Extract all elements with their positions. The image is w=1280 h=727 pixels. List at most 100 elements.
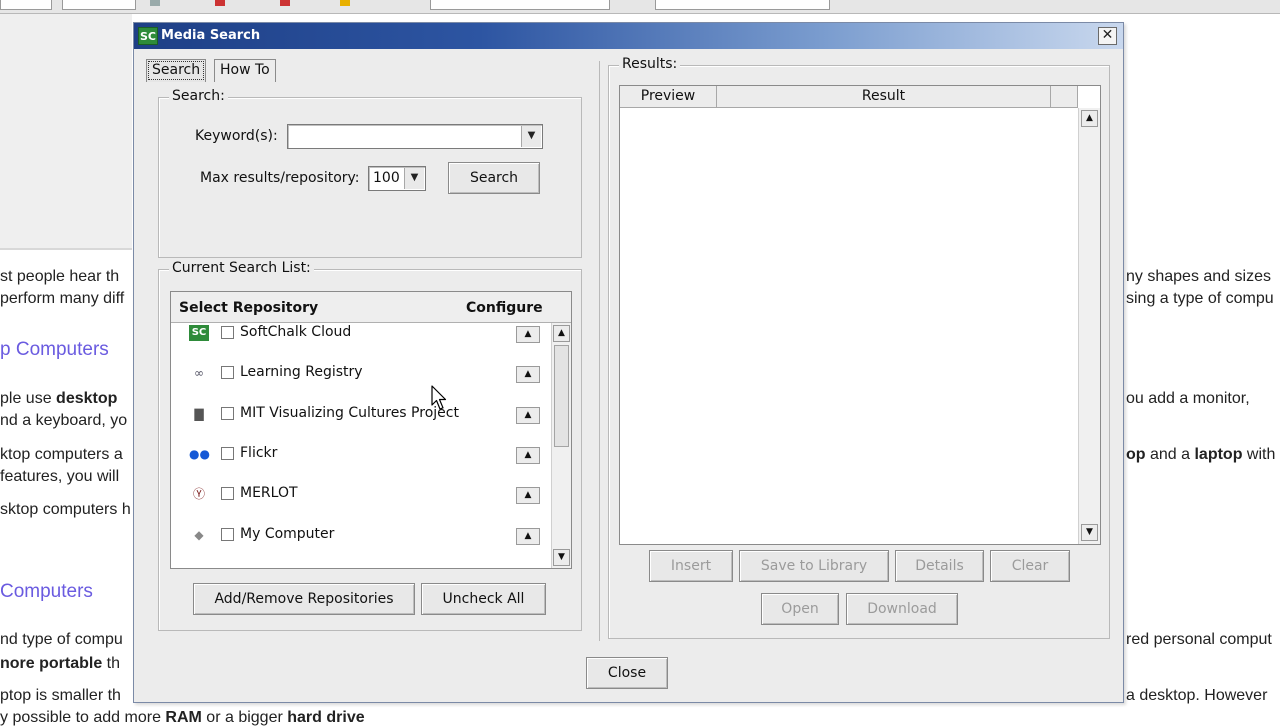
scroll-down-icon[interactable]: ▼ [1081, 524, 1098, 541]
tab-how-to[interactable]: How To [214, 59, 276, 82]
keyword-input[interactable] [292, 127, 512, 143]
scroll-up-icon[interactable]: ▲ [1081, 110, 1098, 127]
repository-list-header: Select Repository Configure [171, 292, 571, 323]
repository-name: Learning Registry [240, 364, 363, 381]
search-button[interactable]: Search [448, 162, 540, 194]
repository-checkbox[interactable] [221, 527, 234, 541]
configure-caret-icon[interactable]: ▲ [516, 446, 540, 464]
configure-caret-icon[interactable]: ▲ [516, 366, 540, 384]
doc-heading: Computers [0, 581, 93, 602]
save-to-library-button[interactable]: Save to Library [739, 550, 889, 582]
configure-caret-icon[interactable]: ▲ [516, 527, 540, 545]
details-button[interactable]: Details [895, 550, 984, 582]
host-divider [0, 248, 132, 250]
uncheck-all-button[interactable]: Uncheck All [421, 583, 546, 615]
repository-name: MIT Visualizing Cultures Project [240, 404, 459, 421]
repository-scrollbar[interactable]: ▲ ▼ [551, 323, 571, 568]
doc-text-line: ny shapes and sizes [1126, 268, 1271, 285]
doc-text-line: perform many diff [0, 290, 125, 307]
softchalk-logo-icon: SC [138, 27, 158, 45]
repository-checkbox[interactable] [221, 366, 234, 380]
flickr-icon: ●● [189, 446, 210, 461]
max-results-select[interactable]: 100 ▼ [368, 166, 426, 191]
repository-row[interactable]: SC SoftChalk Cloud ▲ [171, 324, 551, 365]
doc-text-line: nore portable th [0, 655, 121, 672]
host-toolbar-icon[interactable] [280, 0, 290, 6]
search-list-legend: Current Search List: [169, 260, 314, 276]
repository-row[interactable]: ●● Flickr ▲ [171, 445, 551, 486]
chevron-down-icon[interactable]: ▼ [521, 126, 541, 147]
panel-divider [599, 61, 600, 641]
repository-list: Select Repository Configure SC SoftChalk … [170, 291, 572, 569]
repository-checkbox[interactable] [221, 487, 234, 501]
doc-text-line: ou add a monitor, [1126, 390, 1250, 407]
column-configure: Configure [466, 300, 543, 316]
host-toolbar-icon[interactable] [215, 0, 225, 6]
max-results-label: Max results/repository: [200, 170, 360, 186]
doc-text-line: st people hear th [0, 268, 120, 285]
doc-text-line: a desktop. However [1126, 687, 1268, 704]
close-icon[interactable]: ✕ [1098, 27, 1117, 45]
insert-button[interactable]: Insert [649, 550, 733, 582]
host-toolbar-field[interactable] [655, 0, 830, 10]
max-results-value: 100 [373, 170, 400, 186]
clear-button[interactable]: Clear [990, 550, 1070, 582]
host-toolbar [0, 0, 1280, 14]
column-result[interactable]: Result [717, 86, 1051, 108]
mouse-cursor-icon [431, 385, 447, 410]
dialog-title: Media Search [161, 28, 261, 43]
results-scrollbar[interactable]: ▲ ▼ [1078, 108, 1100, 544]
doc-text-line: red personal comput [1126, 631, 1272, 648]
chevron-down-icon[interactable]: ▼ [404, 168, 424, 189]
repository-rows: SC SoftChalk Cloud ▲ ∞ Learning Registry ▲ ▇ MI… [171, 323, 551, 568]
dialog-titlebar[interactable]: SC Media Search ✕ [134, 23, 1123, 49]
doc-text-line: sing a type of compu [1126, 290, 1274, 307]
repository-checkbox[interactable] [221, 446, 234, 460]
learning-registry-icon: ∞ [194, 366, 204, 381]
doc-text-line: nd type of compu [0, 631, 123, 648]
repository-row[interactable]: ∞ Learning Registry ▲ [171, 364, 551, 405]
results-table: Preview Result ▲ ▼ [619, 85, 1101, 545]
download-button[interactable]: Download [846, 593, 958, 625]
repository-row[interactable]: ◆ My Computer ▲ [171, 525, 551, 567]
repository-row[interactable]: ▇ MIT Visualizing Cultures Project ▲ [171, 404, 551, 446]
doc-text-line: ktop computers a [0, 446, 123, 463]
host-toolbar-icon[interactable] [150, 0, 160, 6]
results-legend: Results: [619, 56, 681, 72]
close-button[interactable]: Close [586, 657, 668, 689]
scroll-up-icon[interactable]: ▲ [553, 325, 570, 342]
search-group-legend: Search: [169, 88, 228, 104]
column-select-repository: Select Repository [179, 300, 319, 316]
results-header: Preview Result [620, 86, 1078, 108]
repository-row[interactable]: Ⓨ MERLOT ▲ [171, 485, 551, 526]
add-remove-repositories-button[interactable]: Add/Remove Repositories [193, 583, 415, 615]
tab-search[interactable]: Search [146, 59, 207, 82]
doc-text-line: features, you will [0, 468, 120, 485]
doc-text-line: op and a laptop with [1126, 446, 1276, 463]
open-button[interactable]: Open [761, 593, 839, 625]
repository-checkbox[interactable] [221, 406, 234, 420]
host-toolbar-field[interactable] [62, 0, 136, 10]
host-toolbar-icon[interactable] [340, 0, 350, 6]
column-extra[interactable] [1051, 86, 1078, 108]
media-search-dialog: SC Media Search ✕ Search How To Search: … [133, 22, 1124, 703]
configure-caret-icon[interactable]: ▲ [516, 326, 540, 343]
scroll-down-icon[interactable]: ▼ [553, 549, 570, 566]
repository-name: My Computer [240, 525, 335, 542]
scrollbar-thumb[interactable] [554, 345, 569, 447]
host-toolbar-field[interactable] [430, 0, 610, 10]
softchalk-icon: SC [189, 325, 209, 341]
repository-checkbox[interactable] [221, 326, 234, 339]
keyword-combobox[interactable]: ▼ [287, 124, 543, 149]
doc-text-line: sktop computers h [0, 501, 131, 518]
configure-caret-icon[interactable]: ▲ [516, 406, 540, 424]
doc-heading: p Computers [0, 339, 109, 360]
column-preview[interactable]: Preview [620, 86, 717, 108]
configure-caret-icon[interactable]: ▲ [516, 487, 540, 505]
keyword-label: Keyword(s): [195, 128, 278, 144]
repository-name: SoftChalk Cloud [240, 324, 352, 340]
doc-text-line: y possible to add more RAM or a bigger h… [0, 709, 365, 726]
host-toolbar-field[interactable] [0, 0, 52, 10]
repository-name: MERLOT [240, 485, 298, 502]
host-left-panel [0, 14, 132, 250]
